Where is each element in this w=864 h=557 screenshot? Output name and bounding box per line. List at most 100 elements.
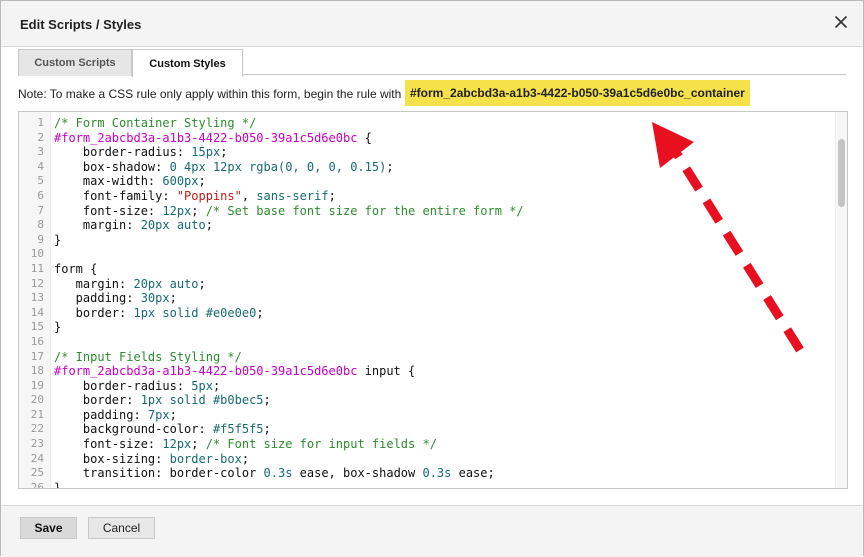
line-number: 11	[30, 261, 44, 275]
code-line[interactable]: 5 max-width: 600px;	[19, 174, 847, 189]
code-line[interactable]: 12 margin: 20px auto;	[19, 277, 847, 292]
line-number: 17	[30, 349, 44, 363]
code-text[interactable]: margin: 20px auto;	[54, 218, 213, 233]
tab-custom-scripts[interactable]: Custom Scripts	[18, 49, 132, 76]
code-token: /* Font size for input fields */	[205, 437, 437, 452]
code-text[interactable]: }	[54, 233, 61, 248]
code-line[interactable]: 8 margin: 20px auto;	[19, 218, 847, 233]
code-text[interactable]: border-radius: 5px;	[54, 379, 220, 394]
code-text[interactable]: /* Form Container Styling */	[54, 116, 256, 131]
code-token: max-width:	[54, 174, 163, 189]
code-text[interactable]: box-shadow: 0 4px 12px rgba(0, 0, 0, 0.1…	[54, 160, 394, 175]
code-text[interactable]: max-width: 600px;	[54, 174, 206, 189]
code-text[interactable]: padding: 7px;	[54, 408, 177, 423]
line-number: 25	[30, 466, 44, 480]
save-button[interactable]: Save	[20, 517, 77, 539]
code-token: 20px auto	[133, 276, 199, 291]
dialog-titlebar: Edit Scripts / Styles	[1, 1, 863, 47]
css-code-editor[interactable]: 1 /* Form Container Styling */ 2 #form_2abc…	[18, 111, 848, 489]
code-token: ;	[256, 305, 264, 320]
code-line[interactable]: 13 padding: 30px;	[19, 291, 847, 306]
line-number: 5	[37, 174, 44, 188]
code-line[interactable]: 20 border: 1px solid #b0bec5;	[19, 393, 847, 408]
code-token: ;	[263, 422, 271, 437]
code-text[interactable]: margin: 20px auto;	[54, 277, 206, 292]
code-line[interactable]: 21 padding: 7px;	[19, 408, 847, 423]
code-token: ;	[169, 291, 177, 306]
code-token: border-radius:	[54, 145, 192, 160]
code-token: ;	[191, 203, 206, 218]
tab-custom-styles[interactable]: Custom Styles	[132, 49, 243, 77]
code-text[interactable]: form {	[54, 262, 97, 277]
line-number: 14	[30, 305, 44, 319]
code-token: 12px	[162, 437, 192, 452]
code-text[interactable]: border: 1px solid #e0e0e0;	[54, 306, 264, 321]
code-line[interactable]: 2 #form_2abcbd3a-a1b3-4422-b050-39a1c5d6e…	[19, 131, 847, 146]
code-line[interactable]: 6 font-family: "Poppins", sans-serif;	[19, 189, 847, 204]
code-token: /* Set base font size for the entire for…	[205, 203, 524, 218]
code-token: ;	[169, 407, 177, 422]
code-token: ;	[191, 437, 206, 452]
code-line[interactable]: 26}	[19, 480, 847, 489]
code-token: background-color:	[54, 422, 213, 437]
code-token: 12px	[162, 203, 192, 218]
line-number: 3	[37, 145, 44, 159]
code-line[interactable]: 1 /* Form Container Styling */	[19, 116, 847, 131]
code-line[interactable]: 7 font-size: 12px; /* Set base font size…	[19, 204, 847, 219]
line-number: 21	[30, 407, 44, 421]
line-number: 8	[37, 218, 44, 232]
code-line[interactable]: 11 form {	[19, 262, 847, 277]
code-line[interactable]: 25 transition: border-color 0.3s ease, b…	[19, 466, 847, 481]
line-number: 6	[37, 188, 44, 202]
code-text[interactable]: border-radius: 15px;	[54, 145, 228, 160]
code-line[interactable]: 4 box-shadow: 0 4px 12px rgba(0, 0, 0, 0…	[19, 160, 847, 175]
code-text[interactable]: font-size: 12px; /* Font size for input …	[54, 437, 437, 452]
code-line[interactable]: 15}	[19, 320, 847, 335]
code-token: 5px	[191, 378, 213, 393]
editor-scrollbar[interactable]	[835, 112, 847, 488]
code-token: ;	[212, 378, 221, 393]
code-line[interactable]: 17 /* Input Fields Styling */	[19, 350, 847, 365]
line-number: 13	[30, 291, 44, 305]
code-text[interactable]: /* Input Fields Styling */	[54, 350, 242, 365]
code-lines[interactable]: 1 /* Form Container Styling */ 2 #form_2abc…	[19, 116, 847, 489]
code-token: 600px	[162, 174, 199, 189]
code-text[interactable]: font-family: "Poppins", sans-serif;	[54, 189, 336, 204]
code-token: font-family:	[54, 188, 177, 203]
code-line[interactable]: 18 #form_2abcbd3a-a1b3-4422-b050-39a1c5d6…	[19, 364, 847, 379]
code-text[interactable]: #form_2abcbd3a-a1b3-4422-b050-39a1c5d6e0…	[54, 131, 372, 146]
code-text[interactable]: transition: border-color 0.3s ease, box-…	[54, 466, 495, 481]
code-token: box-sizing:	[54, 451, 170, 466]
close-icon[interactable]	[833, 14, 849, 30]
scrollbar-thumb[interactable]	[838, 139, 845, 207]
code-line[interactable]: 22 background-color: #f5f5f5;	[19, 422, 847, 437]
line-number: 15	[30, 320, 44, 334]
code-line[interactable]: 24 box-sizing: border-box;	[19, 452, 847, 467]
code-text[interactable]: padding: 30px;	[54, 291, 177, 306]
code-text[interactable]: font-size: 12px; /* Set base font size f…	[54, 204, 524, 219]
code-line[interactable]: 3 border-radius: 15px;	[19, 145, 847, 160]
code-token: }	[54, 480, 62, 489]
cancel-button[interactable]: Cancel	[88, 517, 155, 539]
code-text[interactable]: box-sizing: border-box;	[54, 452, 249, 467]
code-line[interactable]: 23 font-size: 12px; /* Font size for inp…	[19, 437, 847, 452]
code-token: input {	[357, 364, 416, 379]
code-token: font-size:	[54, 203, 163, 218]
code-token: 0 4px 12px rgba(0, 0, 0, 0.15)	[169, 159, 387, 174]
code-token: ;	[241, 451, 250, 466]
line-number: 20	[30, 393, 44, 407]
code-line[interactable]: 16	[19, 335, 847, 350]
code-token: transition: border-color	[54, 466, 264, 481]
code-text[interactable]: #form_2abcbd3a-a1b3-4422-b050-39a1c5d6e0…	[54, 364, 415, 379]
code-text[interactable]: }	[54, 320, 61, 335]
code-token: /* Input Fields Styling */	[54, 349, 242, 364]
line-number: 7	[37, 203, 44, 217]
code-line[interactable]: 14 border: 1px solid #e0e0e0;	[19, 306, 847, 321]
code-text[interactable]: border: 1px solid #b0bec5;	[54, 393, 271, 408]
code-line[interactable]: 10	[19, 247, 847, 262]
code-text[interactable]: background-color: #f5f5f5;	[54, 422, 271, 437]
code-line[interactable]: 9}	[19, 233, 847, 248]
line-number: 23	[30, 437, 44, 451]
code-text[interactable]: }	[54, 480, 62, 489]
code-line[interactable]: 19 border-radius: 5px;	[19, 379, 847, 394]
